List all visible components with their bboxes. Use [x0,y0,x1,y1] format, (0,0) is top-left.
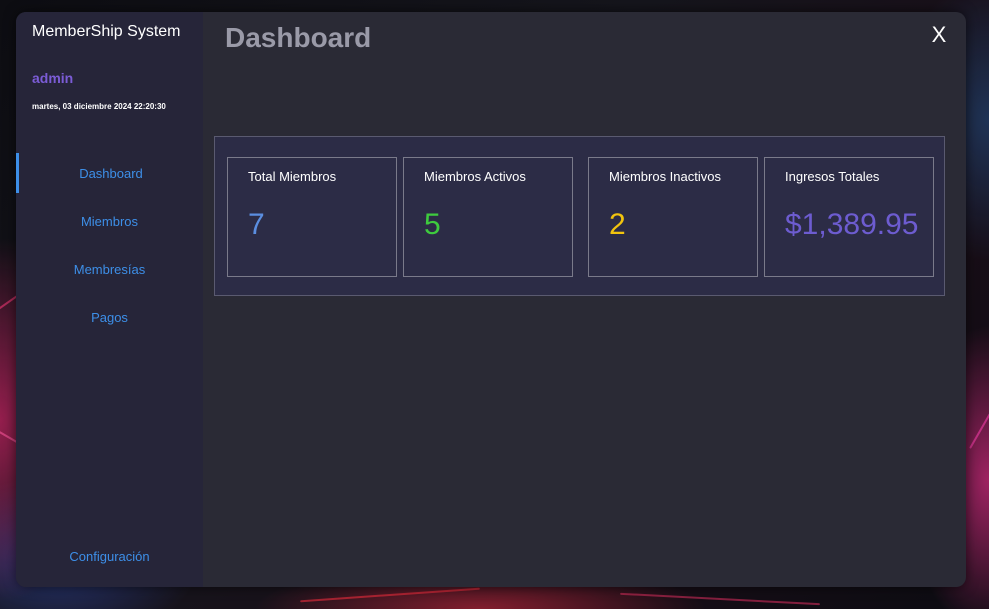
app-window: MemberShip System admin martes, 03 dicie… [16,12,966,587]
current-user: admin [32,70,74,86]
sidebar-item-label: Membresías [73,261,146,277]
main-content: Dashboard X Total Miembros 7 Miembros Ac… [203,12,966,587]
sidebar-item-label: Miembros [80,213,139,229]
sidebar: MemberShip System admin martes, 03 dicie… [16,12,203,587]
current-datetime: martes, 03 diciembre 2024 22:20:30 [32,102,166,111]
sidebar-item-configuracion[interactable]: Configuración [16,536,203,576]
sidebar-item-miembros[interactable]: Miembros [16,201,203,241]
page-title: Dashboard [225,22,372,53]
stat-card-value: 5 [424,208,441,241]
stats-panel: Total Miembros 7 Miembros Activos 5 Miem… [214,136,945,296]
app-title: MemberShip System [32,23,181,40]
stat-card-inactive-members: Miembros Inactivos 2 [588,157,758,277]
background-streak [300,587,480,603]
stat-card-label: Ingresos Totales [785,169,880,184]
background-streak [620,592,820,606]
close-button[interactable]: X [928,24,950,46]
sidebar-item-pagos[interactable]: Pagos [16,297,203,337]
background-streak [969,413,989,449]
stat-card-label: Miembros Activos [424,169,526,184]
stat-card-label: Total Miembros [248,169,337,184]
stat-card-label: Miembros Inactivos [609,169,721,184]
stat-card-value: 2 [609,208,626,241]
sidebar-item-label: Configuración [69,548,150,564]
stat-card-value: 7 [248,208,265,241]
sidebar-item-membresias[interactable]: Membresías [16,249,203,289]
stat-card-active-members: Miembros Activos 5 [403,157,573,277]
stat-card-value: $1,389.95 [785,208,919,241]
sidebar-item-label: Pagos [91,309,128,325]
sidebar-item-dashboard[interactable]: Dashboard [16,153,203,193]
sidebar-item-label: Dashboard [79,165,143,181]
stat-card-total-income: Ingresos Totales $1,389.95 [764,157,934,277]
stat-card-total-members: Total Miembros 7 [227,157,397,277]
